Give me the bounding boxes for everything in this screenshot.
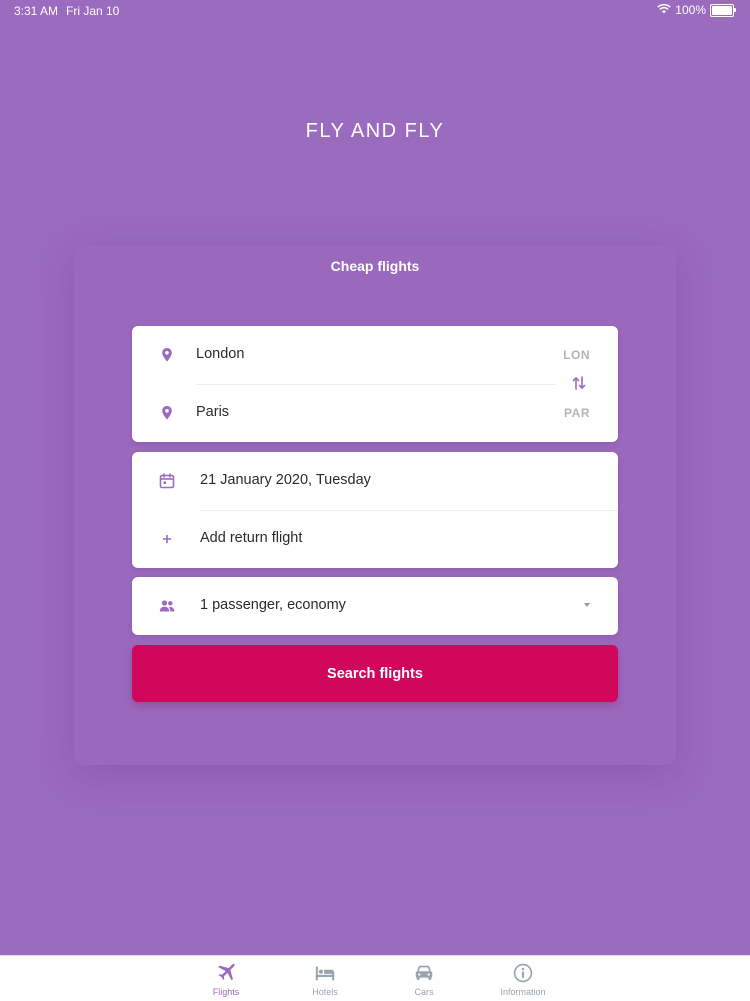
destination-code: PAR — [564, 406, 590, 420]
origin-city: London — [196, 346, 245, 362]
location-pin-icon — [158, 346, 176, 364]
search-flights-button[interactable]: Search flights — [132, 645, 618, 702]
calendar-icon — [158, 472, 176, 490]
passengers-select[interactable]: 1 passenger, economy — [132, 577, 618, 635]
airplane-icon — [181, 962, 271, 984]
status-indicators: 100% — [657, 3, 736, 17]
departure-date-field[interactable]: 21 January 2020, Tuesday — [132, 452, 618, 510]
destination-field[interactable]: Paris PAR — [132, 384, 618, 442]
wifi-icon — [657, 3, 671, 17]
plus-icon — [158, 530, 176, 548]
status-date: Fri Jan 10 — [66, 4, 120, 18]
origin-code: LON — [563, 348, 590, 362]
route-card: London LON Paris PAR — [132, 326, 618, 442]
people-icon — [158, 597, 176, 615]
location-pin-icon — [158, 404, 176, 422]
battery-fill — [712, 5, 732, 15]
tab-hotels[interactable]: Hotels — [280, 960, 370, 1000]
tab-cars-label: Cars — [414, 987, 434, 997]
passengers-label: 1 passenger, economy — [200, 597, 346, 613]
tab-flights-label: Flights — [212, 987, 240, 997]
panel-title: Cheap flights — [330, 258, 420, 274]
tab-hotels-label: Hotels — [312, 987, 338, 997]
add-return-flight-label: Add return flight — [200, 530, 303, 546]
info-icon — [478, 962, 568, 984]
tab-information[interactable]: Information — [478, 960, 568, 1000]
chevron-down-icon — [584, 603, 590, 607]
tab-cars[interactable]: Cars — [379, 960, 469, 1000]
add-return-flight-button[interactable]: Add return flight — [132, 510, 618, 568]
status-time: 3:31 AM — [14, 4, 59, 18]
dates-card: 21 January 2020, Tuesday Add return flig… — [132, 452, 618, 568]
bed-icon — [280, 962, 370, 984]
flight-search-panel: Cheap flights London LON Paris PAR 21 Ja… — [74, 245, 676, 765]
tab-bar: Flights Hotels Cars Information — [0, 955, 750, 1001]
tab-information-label: Information — [500, 987, 546, 997]
origin-field[interactable]: London LON — [132, 326, 618, 384]
status-bar: 3:31 AM Fri Jan 10 100% — [0, 0, 750, 22]
tab-flights[interactable]: Flights — [181, 960, 271, 1000]
app-title: FLY AND FLY — [305, 120, 445, 142]
battery-icon — [710, 3, 736, 17]
passengers-card: 1 passenger, economy — [132, 577, 618, 635]
departure-date: 21 January 2020, Tuesday — [200, 472, 371, 488]
battery-percent: 100% — [675, 3, 706, 17]
destination-city: Paris — [196, 404, 230, 420]
car-icon — [379, 962, 469, 984]
